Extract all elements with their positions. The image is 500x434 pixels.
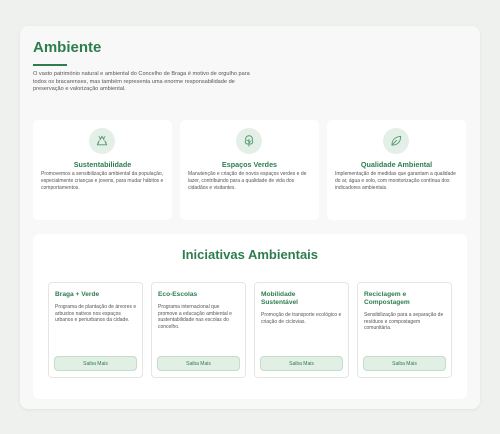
saiba-mais-button[interactable]: Saiba Mais <box>363 356 446 371</box>
leaf-icon <box>383 128 409 154</box>
saiba-mais-button[interactable]: Saiba Mais <box>54 356 137 371</box>
initiative-title: Eco-Escolas <box>158 291 198 298</box>
saiba-mais-button[interactable]: Saiba Mais <box>260 356 343 371</box>
initiative-title: Mobilidade Sustentável <box>261 291 299 307</box>
initiative-title: Reciclagem e Compostagem <box>364 291 410 307</box>
initiative-card-mobilidade-sustentavel: Mobilidade Sustentável Promoção de trans… <box>254 282 349 378</box>
feature-title: Sustentabilidade <box>73 160 132 169</box>
initiative-card-eco-escolas: Eco-Escolas Programa internacional que p… <box>151 282 246 378</box>
initiative-text: Programa internacional que promove a edu… <box>158 304 232 330</box>
feature-card-sustentabilidade: Sustentabilidade Promovemos a sensibiliz… <box>33 120 172 220</box>
initiative-title: Braga + Verde <box>55 291 100 298</box>
feature-text: Implementação de medidas que garantam a … <box>335 171 456 191</box>
recycle-icon <box>89 128 115 154</box>
initiative-card-braga-verde: Braga + Verde Programa de plantação de á… <box>48 282 143 378</box>
initiatives-title: Iniciativas Ambientais <box>181 247 319 262</box>
page-title: Ambiente <box>33 39 102 56</box>
feature-title: Qualidade Ambiental <box>360 160 433 169</box>
saiba-mais-button[interactable]: Saiba Mais <box>157 356 240 371</box>
intro-text: O vasto património natural e ambiental d… <box>33 71 250 93</box>
feature-card-qualidade-ambiental: Qualidade Ambiental Implementação de med… <box>327 120 466 220</box>
feature-text: Manutenção e criação de novos espaços ve… <box>188 171 307 191</box>
title-underline <box>33 64 67 66</box>
initiative-text: Sensibilização para a separação de resíd… <box>364 312 444 332</box>
initiative-card-reciclagem-compostagem: Reciclagem e Compostagem Sensibilização … <box>357 282 452 378</box>
initiative-text: Programa de plantação de árvores e arbus… <box>55 304 137 324</box>
tree-icon <box>236 128 262 154</box>
feature-text: Promovemos a sensibilização ambiental da… <box>41 171 164 191</box>
initiatives-panel: Iniciativas Ambientais Braga + Verde Pro… <box>33 234 467 399</box>
initiative-text: Promoção de transporte ecológico e criaç… <box>261 312 342 325</box>
feature-card-espacos-verdes: Espaços Verdes Manutenção e criação de n… <box>180 120 319 220</box>
ambiente-section: Ambiente O vasto património natural e am… <box>20 26 480 409</box>
feature-title: Espaços Verdes <box>221 160 278 169</box>
